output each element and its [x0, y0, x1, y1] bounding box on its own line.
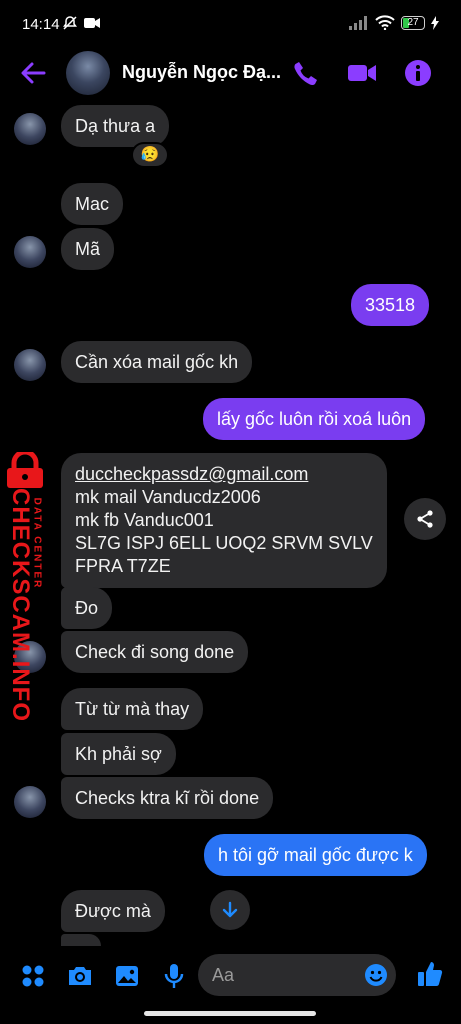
sender-avatar[interactable]	[14, 786, 46, 818]
reaction-emoji[interactable]: 😥	[131, 142, 169, 168]
microphone-icon[interactable]	[162, 963, 186, 989]
message-line: mk mail Vanducdz2006	[75, 487, 261, 507]
sender-avatar[interactable]	[14, 349, 46, 381]
charging-icon	[431, 15, 439, 30]
my-message-bubble[interactable]: lấy gốc luôn rồi xoá luôn	[203, 398, 426, 440]
message-line: mk fb Vanduc001	[75, 510, 214, 530]
message-bubble[interactable]: Check đi song done	[61, 631, 249, 673]
message-bubble[interactable]: Checks ktra kĩ rồi done	[61, 777, 274, 819]
email-link[interactable]: duccheckpassdz@gmail.com	[75, 463, 373, 486]
message-bubble[interactable]: Dạ thưa a	[61, 105, 170, 147]
thumbs-up-icon[interactable]	[416, 960, 444, 988]
back-arrow-icon[interactable]	[20, 60, 46, 86]
message-bubble[interactable]: Kh phải sợ	[61, 733, 176, 775]
my-message-bubble[interactable]: h tôi gỡ mail gốc được k	[204, 834, 427, 876]
battery-indicator: 27	[401, 15, 425, 30]
message-bubble[interactable]: Được mà	[61, 890, 165, 932]
message-bubble[interactable]: Mac	[61, 183, 124, 225]
status-bar: 14:14 27	[0, 0, 461, 50]
credentials-message-bubble[interactable]: duccheckpassdz@gmail.com mk mail Vanducd…	[61, 453, 387, 588]
share-icon	[417, 510, 433, 528]
message-bubble[interactable]: Từ từ mà thay	[61, 688, 204, 730]
scroll-to-bottom-button[interactable]	[210, 890, 250, 930]
camera-icon[interactable]	[66, 963, 94, 989]
my-message-bubble[interactable]: 33518	[351, 284, 430, 326]
message-input[interactable]	[212, 954, 352, 996]
sender-avatar[interactable]	[14, 236, 46, 268]
message-bubble[interactable]: Đo	[61, 587, 113, 629]
contact-name[interactable]: Nguyễn Ngọc Đạ...	[122, 62, 282, 83]
arrow-down-icon	[222, 901, 238, 918]
info-icon[interactable]	[404, 59, 432, 87]
message-input-container[interactable]	[198, 954, 396, 996]
chat-header: Nguyễn Ngọc Đạ...	[0, 50, 461, 96]
mute-bell-icon	[63, 16, 77, 30]
message-bubble[interactable]: Mã	[61, 228, 115, 270]
contact-avatar[interactable]	[66, 51, 110, 95]
video-call-icon[interactable]	[347, 59, 377, 87]
signal-icon	[349, 15, 367, 30]
video-status-icon	[84, 18, 100, 28]
phone-call-icon[interactable]	[292, 59, 320, 87]
wifi-icon	[375, 15, 395, 30]
share-button[interactable]	[404, 498, 446, 540]
home-indicator	[144, 1011, 316, 1016]
message-bubble[interactable]: Cần xóa mail gốc kh	[61, 341, 253, 383]
message-composer	[0, 946, 461, 1006]
message-line: SL7G ISPJ 6ELL UOQ2 SRVM SVLV	[75, 533, 373, 553]
gallery-icon[interactable]	[114, 963, 140, 989]
sender-avatar[interactable]	[14, 641, 46, 673]
emoji-icon[interactable]	[364, 963, 388, 987]
partial-message-bubble	[61, 934, 101, 946]
sender-avatar[interactable]	[14, 113, 46, 145]
status-time: 14:14	[22, 16, 60, 33]
message-list[interactable]: Dạ thưa a 😥 Mac Mã 33518 Cần xóa mail gố…	[0, 96, 461, 946]
message-line: FPRA T7ZE	[75, 556, 171, 576]
apps-grid-icon[interactable]	[20, 963, 46, 989]
